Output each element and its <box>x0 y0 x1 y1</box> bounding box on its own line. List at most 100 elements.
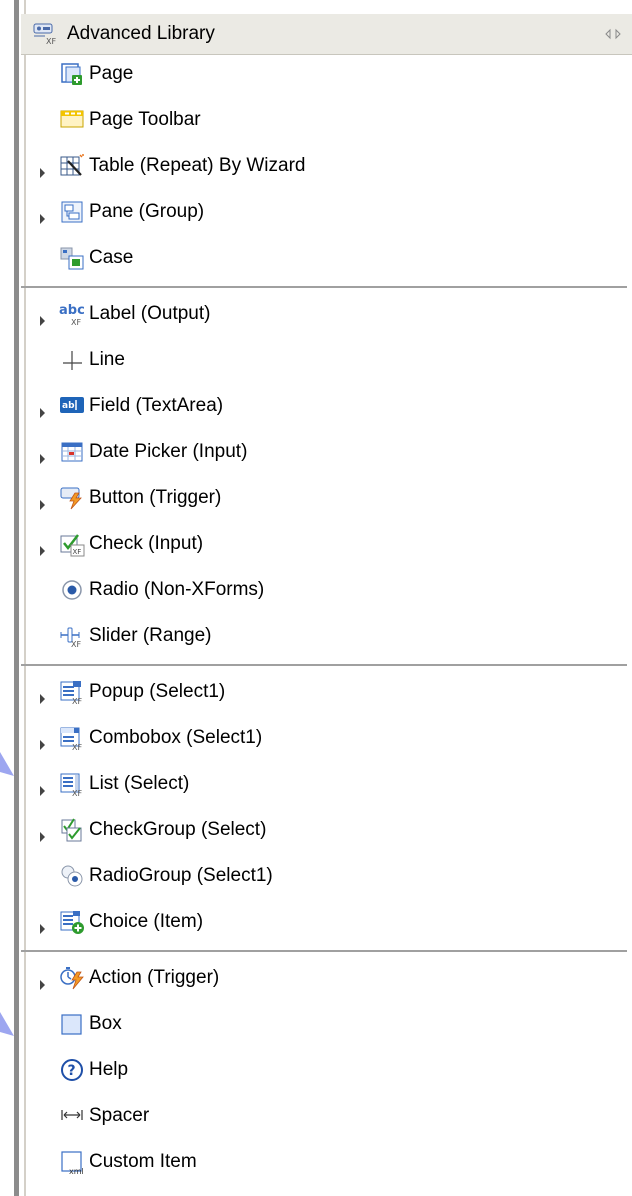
expand-arrow-icon[interactable] <box>40 918 46 934</box>
palette-item-action-trigger[interactable]: Action (Trigger) <box>21 958 627 998</box>
svg-text:XF: XF <box>71 318 81 327</box>
svg-text:abc: abc <box>59 303 85 318</box>
svg-text:XF: XF <box>73 548 82 556</box>
palette-item-label: Choice (Item) <box>89 911 204 932</box>
list-icon: XF <box>59 771 85 798</box>
palette-item-table-repeat-by-wizard[interactable]: Table (Repeat) By Wizard <box>21 146 627 186</box>
drawer-title: Advanced Library <box>67 23 215 44</box>
palette-item-combobox-select1[interactable]: XF Combobox (Select1) <box>21 718 627 758</box>
expand-arrow-icon[interactable] <box>40 402 46 418</box>
date-picker-icon <box>59 439 85 465</box>
expand-arrow-icon[interactable] <box>40 734 46 750</box>
palette-item-label: Slider (Range) <box>89 625 212 646</box>
palette-item-label: Combobox (Select1) <box>89 727 263 748</box>
case-icon <box>59 245 85 271</box>
expand-arrow-icon[interactable] <box>40 780 46 796</box>
expand-arrow-icon[interactable] <box>40 448 46 464</box>
palette-item-date-picker-input[interactable]: Date Picker (Input) <box>21 432 627 472</box>
palette-item-label: Box <box>89 1013 122 1034</box>
palette-item-radio-non-xforms[interactable]: Radio (Non-XForms) <box>21 570 627 610</box>
expand-arrow-icon[interactable] <box>40 208 46 224</box>
left-margin <box>0 0 14 1196</box>
palette-item-label: Pane (Group) <box>89 201 205 222</box>
palette-item-check-input[interactable]: XF Check (Input) <box>21 524 627 564</box>
expand-arrow-icon[interactable] <box>40 974 46 990</box>
palette-item-label: Label (Output) <box>89 303 211 324</box>
svg-text:xml: xml <box>69 1167 84 1175</box>
palette-item-list-select[interactable]: XF List (Select) <box>21 764 627 804</box>
checkgroup-icon <box>59 817 85 843</box>
expand-arrow-icon[interactable] <box>40 826 46 842</box>
slider-icon: XF <box>59 623 85 649</box>
advanced-library-icon: XF <box>33 22 59 46</box>
section-divider <box>21 664 627 666</box>
drawer-header[interactable]: XF Advanced Library <box>21 14 632 55</box>
palette-item-radiogroup-select1[interactable]: RadioGroup (Select1) <box>21 856 627 896</box>
spacer-icon <box>59 1103 85 1129</box>
palette-item-spacer[interactable]: Spacer <box>21 1096 627 1136</box>
palette-item-choice-item[interactable]: Choice (Item) <box>21 902 627 942</box>
palette-item-label: Table (Repeat) By Wizard <box>89 155 306 176</box>
svg-text:XF: XF <box>72 697 82 705</box>
button-trigger-icon <box>59 485 85 511</box>
palette-item-label: Spacer <box>89 1105 150 1126</box>
palette-item-slider-range[interactable]: XF Slider (Range) <box>21 616 627 656</box>
section-divider <box>21 286 627 288</box>
table-wizard-icon <box>59 153 85 179</box>
palette-item-page-toolbar[interactable]: Page Toolbar <box>21 100 627 140</box>
palette-item-label: Button (Trigger) <box>89 487 222 508</box>
page-icon <box>59 61 85 87</box>
svg-text:XF: XF <box>72 743 82 751</box>
textarea-icon: ab <box>59 393 85 419</box>
label-output-icon: abc XF <box>59 301 85 327</box>
svg-text:XF: XF <box>72 789 82 797</box>
pane-icon <box>59 199 85 225</box>
expand-arrow-icon[interactable] <box>40 494 46 510</box>
palette-item-box[interactable]: Box <box>21 1004 627 1044</box>
combobox-icon: XF <box>59 725 85 752</box>
expand-arrow-icon[interactable] <box>40 162 46 178</box>
expand-arrow-icon[interactable] <box>40 310 46 326</box>
palette-item-label-output[interactable]: abc XF Label (Output) <box>21 294 627 334</box>
palette-item-button-trigger[interactable]: Button (Trigger) <box>21 478 627 518</box>
svg-text:ab: ab <box>62 401 75 411</box>
radio-icon <box>59 577 85 603</box>
palette-item-label: Field (TextArea) <box>89 395 224 416</box>
palette-item-checkgroup-select[interactable]: CheckGroup (Select) <box>21 810 627 850</box>
palette-item-line[interactable]: Line <box>21 340 627 380</box>
svg-text:?: ? <box>68 1063 76 1079</box>
palette-item-label: Check (Input) <box>89 533 204 554</box>
palette-item-pane-group[interactable]: Pane (Group) <box>21 192 627 232</box>
palette-item-label: Help <box>89 1059 129 1080</box>
svg-text:XF: XF <box>71 640 81 649</box>
box-icon <box>59 1011 85 1037</box>
palette-item-label: Case <box>89 247 134 268</box>
action-icon <box>59 965 85 991</box>
popup-icon: XF <box>59 679 85 706</box>
section-divider <box>21 950 627 952</box>
palette-item-label: Popup (Select1) <box>89 681 226 702</box>
palette-item-case[interactable]: Case <box>21 238 627 278</box>
palette-item-help[interactable]: ? Help <box>21 1050 627 1090</box>
palette-item-label: Radio (Non-XForms) <box>89 579 265 600</box>
palette-item-label: Page Toolbar <box>89 109 201 130</box>
palette-item-label: Date Picker (Input) <box>89 441 248 462</box>
palette-item-popup-select1[interactable]: XF Popup (Select1) <box>21 672 627 712</box>
palette-item-label: CheckGroup (Select) <box>89 819 267 840</box>
expand-arrow-icon[interactable] <box>40 688 46 704</box>
palette-item-custom-item[interactable]: xml Custom Item <box>21 1142 627 1182</box>
radiogroup-icon <box>59 863 85 889</box>
choice-icon <box>59 909 85 935</box>
palette-item-label: RadioGroup (Select1) <box>89 865 273 886</box>
palette-item-label: List (Select) <box>89 773 190 794</box>
expand-arrow-icon[interactable] <box>40 540 46 556</box>
help-icon: ? <box>59 1057 85 1083</box>
custom-item-icon: xml <box>59 1149 85 1176</box>
toolbar-icon <box>59 107 85 133</box>
palette-item-page[interactable]: Page <box>21 54 627 94</box>
palette-item-field-textarea[interactable]: ab Field (TextArea) <box>21 386 627 426</box>
palette-item-label: Page <box>89 63 134 84</box>
checkbox-icon: XF <box>59 531 85 557</box>
palette-item-label: Action (Trigger) <box>89 967 220 988</box>
collapse-drawer-icon[interactable] <box>602 24 624 44</box>
